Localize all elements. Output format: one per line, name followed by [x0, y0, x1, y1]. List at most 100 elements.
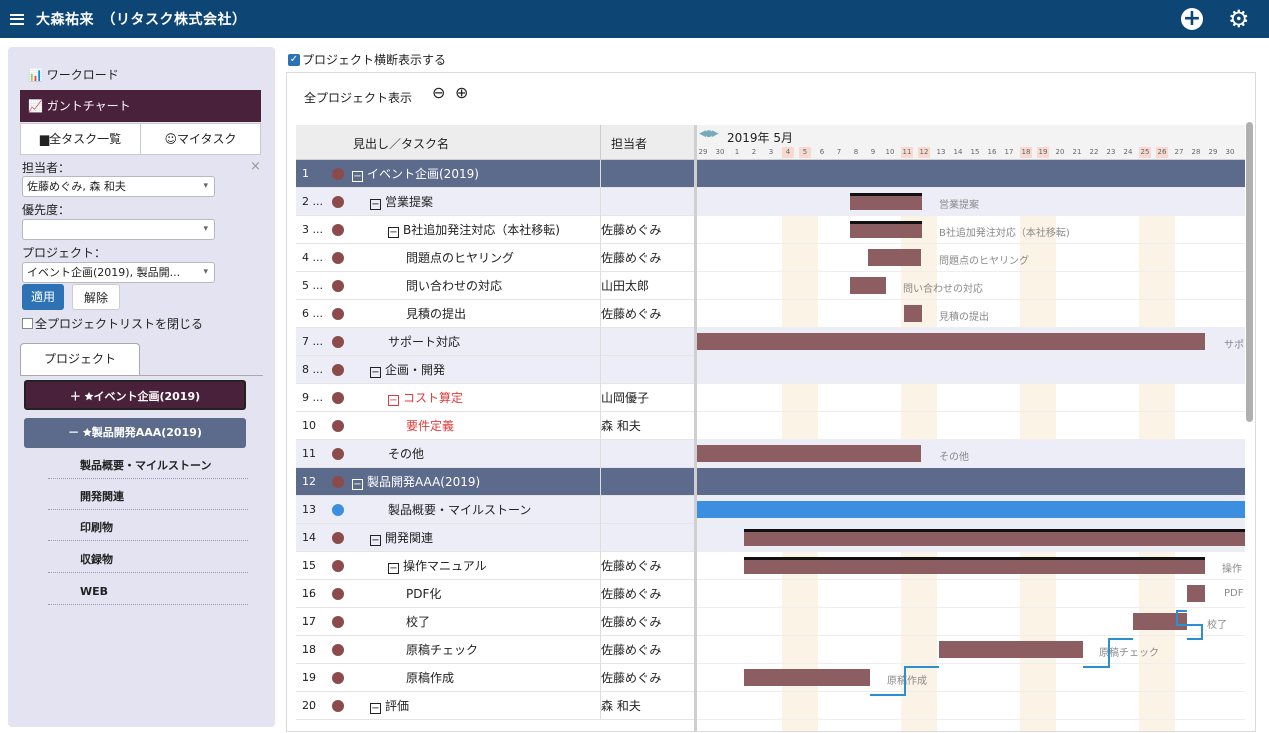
task-name: 評価: [385, 699, 410, 713]
task-name: 校了: [406, 615, 431, 629]
gantt-bar[interactable]: [904, 305, 922, 322]
day-cell: 7: [836, 148, 842, 156]
tab-my-tasks[interactable]: ☺マイタスク: [140, 124, 260, 154]
collapse-toggle-icon[interactable]: −: [370, 199, 381, 210]
gantt-bar[interactable]: [697, 445, 921, 462]
status-dot-icon: [332, 224, 344, 236]
table-row[interactable]: 12 − 製品開発AAA(2019): [296, 468, 694, 496]
gantt-bar[interactable]: [744, 669, 870, 686]
table-row[interactable]: 10 ...要件定義森 和夫: [296, 412, 694, 460]
table-row[interactable]: 4 ... 問題点のヒヤリング 佐藤めぐみ: [296, 244, 694, 272]
task-name: 要件定義: [406, 419, 455, 433]
day-cell: 8: [853, 148, 859, 156]
gantt-bar[interactable]: [697, 333, 1205, 350]
day-cell: 5: [799, 147, 811, 158]
bar-label: 見積の提出: [939, 312, 989, 323]
collapse-toggle-icon[interactable]: −: [370, 535, 381, 546]
clear-filter-icon[interactable]: ×: [250, 159, 261, 174]
collapse-toggle-icon[interactable]: −: [370, 367, 381, 378]
gantt-bar[interactable]: [868, 249, 921, 266]
project-select[interactable]: イベント企画(2019), 製品開...: [22, 262, 215, 283]
task-name: コスト算定: [403, 391, 464, 405]
gantt-bar[interactable]: [939, 641, 1083, 658]
zoom-out-icon[interactable]: ⊖: [432, 83, 445, 102]
project-event-2019[interactable]: ＋ 🟊イベント企画(2019): [24, 380, 246, 410]
reset-button[interactable]: 解除: [72, 284, 120, 310]
assignee-select[interactable]: 佐藤めぐみ, 森 和夫: [22, 176, 215, 197]
table-row[interactable]: 1 − イベント企画(2019): [296, 160, 694, 188]
day-cell: 21: [1072, 148, 1082, 156]
priority-select[interactable]: [22, 219, 215, 240]
collapse-toggle-icon[interactable]: −: [388, 395, 399, 406]
collapse-toggle-icon[interactable]: −: [352, 171, 363, 182]
table-row[interactable]: 5 ... 問い合わせの対応 山田太郎: [296, 272, 694, 300]
table-row[interactable]: 3 ... − B社追加発注対応（本社移転) 佐藤めぐみ: [296, 216, 694, 244]
nav-workload[interactable]: 📊 ワークロード: [20, 59, 261, 91]
gantt-bar[interactable]: [850, 193, 922, 210]
gantt-bar[interactable]: [1133, 613, 1187, 630]
table-row[interactable]: 13 ...製品概要・マイルストーン: [296, 496, 694, 544]
gantt-bar[interactable]: [850, 277, 886, 294]
nav-gantt[interactable]: 📈 ガントチャート: [20, 90, 261, 122]
zoom-in-icon[interactable]: ⊕: [455, 83, 468, 102]
table-row[interactable]: 8 ... − 企画・開発: [296, 356, 694, 384]
tab-all-tasks[interactable]: ▆全タスク一覧: [21, 124, 140, 154]
scroll-timeline-arrows[interactable]: ◀●▶: [699, 129, 719, 139]
table-row[interactable]: 19 ... 原稿作成 佐藤めぐみ: [296, 664, 694, 712]
gantt-bar[interactable]: [1187, 585, 1205, 602]
top-bar: 大森祐来 （リタスク株式会社） + ⚙: [0, 0, 1269, 38]
collapse-toggle-icon[interactable]: −: [352, 479, 363, 490]
status-dot-icon: [332, 252, 344, 264]
task-assignee: 佐藤めぐみ: [601, 559, 662, 573]
table-row[interactable]: 17 ... 校了 佐藤めぐみ: [296, 608, 694, 656]
day-cell: 30: [1225, 148, 1235, 156]
bar-label: 問い合わせの対応: [903, 284, 983, 295]
apply-button[interactable]: 適用: [22, 284, 64, 310]
row-number: 7 ...: [302, 335, 323, 348]
table-row[interactable]: 2 ... − 営業提案: [296, 188, 694, 216]
table-row[interactable]: 14 ... − 開発関連: [296, 524, 694, 572]
table-row[interactable]: 18 ... 原稿チェック 佐藤めぐみ: [296, 636, 694, 684]
gantt-bar[interactable]: [744, 529, 1245, 546]
chart-row: [697, 580, 1245, 608]
close-all-checkbox[interactable]: [22, 318, 33, 329]
project-label: プロジェクト：: [22, 246, 107, 260]
gantt-bar[interactable]: [850, 221, 922, 238]
task-name: PDF化: [406, 587, 442, 601]
table-row[interactable]: 16 ... PDF化 佐藤めぐみ: [296, 580, 694, 628]
subproject-item[interactable]: 印刷物: [48, 515, 248, 541]
table-row[interactable]: 6 ... 見積の提出 佐藤めぐみ: [296, 300, 694, 328]
vertical-scrollbar[interactable]: [1246, 122, 1253, 422]
day-cell: 29: [1208, 148, 1218, 156]
day-cell: 17: [1004, 148, 1014, 156]
col-person-header[interactable]: 担当者: [611, 135, 647, 152]
table-row[interactable]: 20 ... −評価 森 和夫: [296, 692, 694, 731]
project-product-aaa-2019[interactable]: － 🟊製品開発AAA(2019): [24, 418, 246, 448]
subproject-item[interactable]: 収録物: [48, 547, 248, 573]
project-tab[interactable]: プロジェクト: [20, 343, 140, 375]
subproject-item[interactable]: 製品概要・マイルストーン: [48, 453, 248, 479]
bar-label: 原稿チェック: [1099, 648, 1159, 659]
table-row[interactable]: 7 ... サポート対応: [296, 328, 694, 356]
plus-circle-icon[interactable]: +: [1181, 8, 1203, 30]
collapse-toggle-icon[interactable]: −: [388, 563, 399, 574]
table-row[interactable]: 9 ... − コスト算定 山岡優子: [296, 384, 694, 412]
col-name-header[interactable]: 見出し／タスク名: [353, 135, 449, 152]
subproject-item[interactable]: 開発関連: [48, 484, 248, 510]
gear-icon[interactable]: ⚙: [1228, 5, 1250, 33]
day-cell: 16: [987, 148, 997, 156]
table-row[interactable]: 15 ... − 操作マニュアル 佐藤めぐみ: [296, 552, 694, 600]
collapse-toggle-icon[interactable]: −: [370, 703, 381, 714]
table-row[interactable]: 11 ...その他: [296, 440, 694, 488]
bar-label: 校了: [1207, 620, 1227, 631]
collapse-toggle-icon[interactable]: −: [388, 227, 399, 238]
row-number: 9 ...: [302, 391, 323, 404]
subproject-item[interactable]: WEB: [48, 579, 248, 605]
gantt-bar[interactable]: [697, 501, 1245, 518]
row-number: 6 ...: [302, 307, 323, 320]
hamburger-menu-icon[interactable]: [10, 13, 24, 25]
cross-project-checkbox[interactable]: ✓: [288, 53, 300, 66]
task-assignee: 佐藤めぐみ: [601, 251, 662, 265]
task-assignee: 佐藤めぐみ: [601, 643, 662, 657]
gantt-bar[interactable]: [744, 557, 1205, 574]
